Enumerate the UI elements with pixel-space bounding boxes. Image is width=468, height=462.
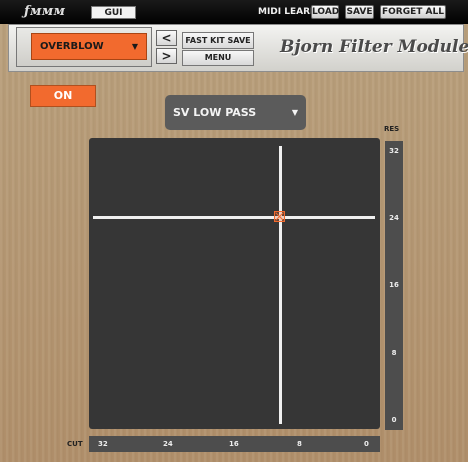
cut-tick: 32 xyxy=(98,440,108,448)
top-bar: ƒᴍᴍᴍ GUI MIDI LEARN LOAD SAVE FORGET ALL xyxy=(0,0,468,24)
resonance-crosshair-line xyxy=(93,216,375,219)
kit-dropdown[interactable]: OVERBLOW ▼ xyxy=(31,33,147,60)
prev-kit-button[interactable]: < xyxy=(156,30,177,46)
cutoff-crosshair-line xyxy=(279,146,282,424)
module-title: Bjorn Filter Module xyxy=(280,37,468,57)
cut-tick: 16 xyxy=(229,440,239,448)
cut-scale: 32 24 16 8 0 xyxy=(89,436,380,452)
fast-kit-save-button[interactable]: FAST KIT SAVE xyxy=(182,32,254,49)
power-on-button[interactable]: ON xyxy=(30,85,96,107)
save-button[interactable]: SAVE xyxy=(345,5,374,19)
chevron-down-icon: ▼ xyxy=(291,108,298,117)
next-kit-button[interactable]: > xyxy=(156,48,177,64)
xy-pad-handle[interactable] xyxy=(274,211,285,222)
res-tick: 16 xyxy=(389,281,399,289)
load-button[interactable]: LOAD xyxy=(311,5,339,19)
menu-button[interactable]: MENU xyxy=(182,50,254,66)
kit-name: OVERBLOW xyxy=(40,41,104,52)
cut-tick: 8 xyxy=(297,440,302,448)
res-tick: 32 xyxy=(389,147,399,155)
res-scale: 32 24 16 8 0 xyxy=(385,141,403,430)
res-label: RES xyxy=(384,125,400,133)
res-tick: 24 xyxy=(389,214,399,222)
chevron-down-icon: ▼ xyxy=(131,42,138,51)
cut-tick: 0 xyxy=(364,440,369,448)
brand-logo: ƒᴍᴍᴍ xyxy=(24,4,66,19)
filter-type-dropdown[interactable]: SV LOW PASS ▼ xyxy=(165,95,306,130)
res-tick: 0 xyxy=(391,416,397,424)
xy-filter-pad[interactable] xyxy=(89,138,380,429)
gui-button[interactable]: GUI xyxy=(91,6,136,19)
forget-all-button[interactable]: FORGET ALL xyxy=(380,5,446,19)
cut-label: CUT xyxy=(67,440,83,448)
cut-tick: 24 xyxy=(163,440,173,448)
filter-type-value: SV LOW PASS xyxy=(173,106,257,119)
midi-learn-label: MIDI LEARN xyxy=(258,7,318,17)
res-tick: 8 xyxy=(391,349,397,357)
